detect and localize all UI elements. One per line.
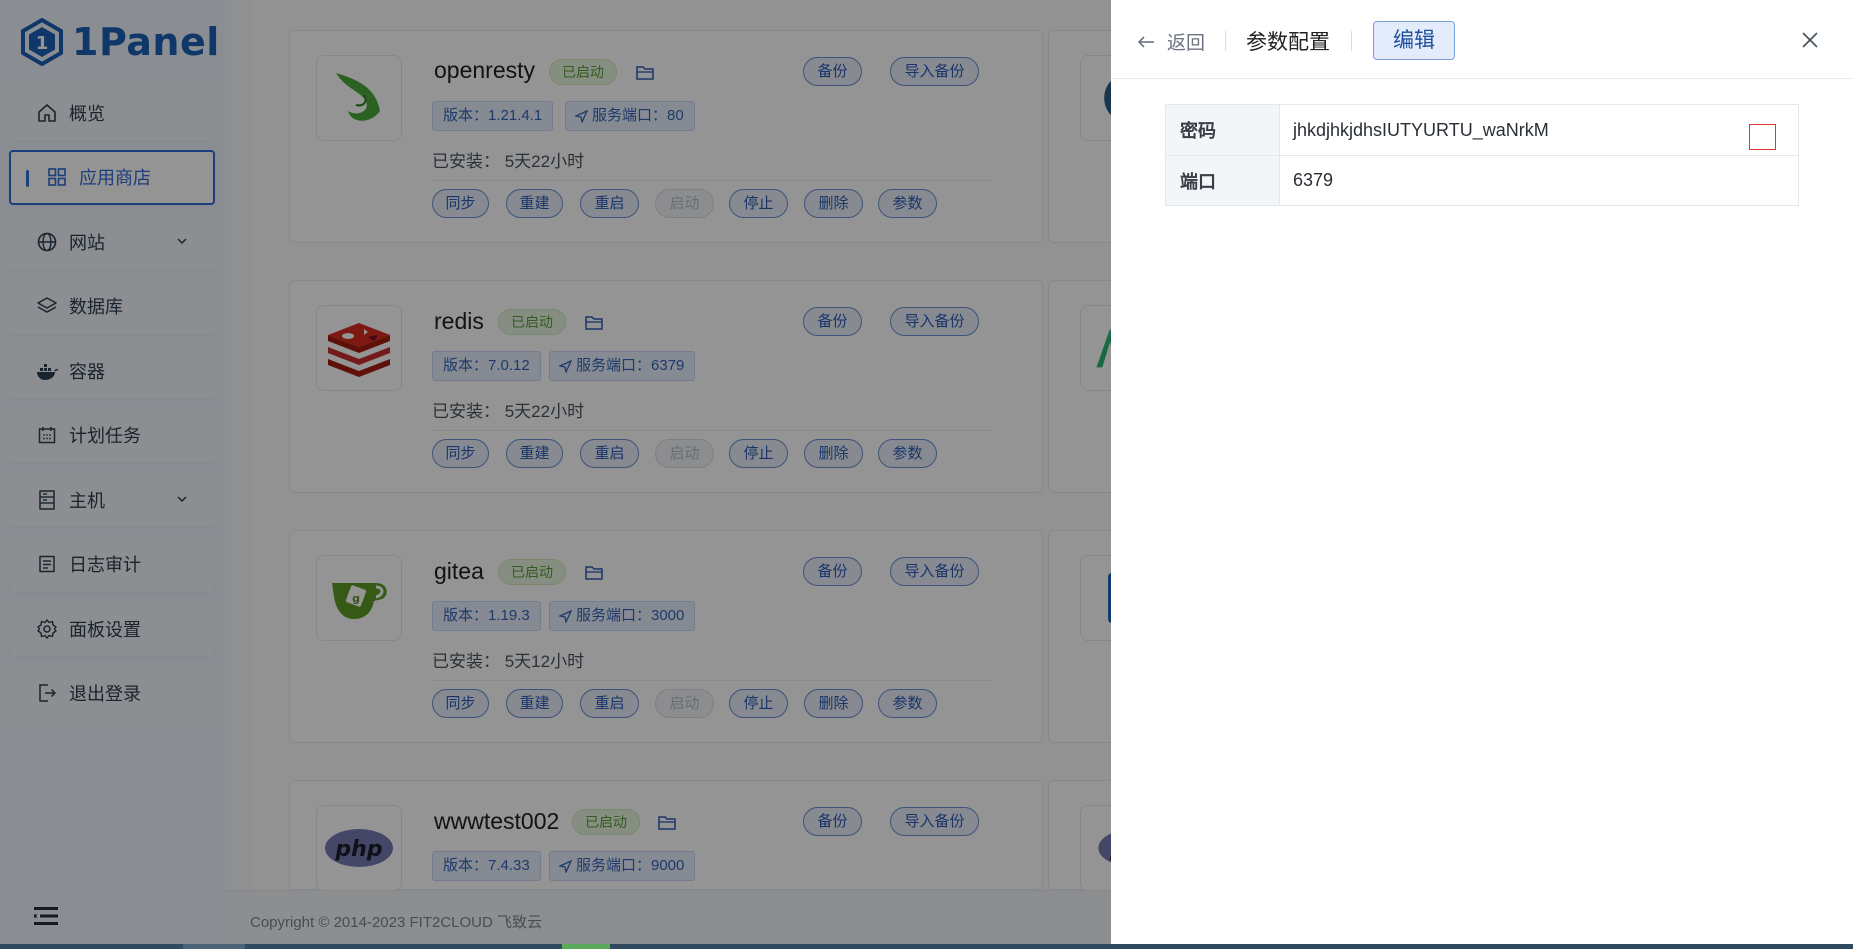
close-icon[interactable] (1798, 28, 1822, 52)
taskbar-strip (0, 944, 1853, 949)
param-config-drawer: 返回 参数配置 编辑 密码 jhkdjhkjdhsIUTYURTU_waNrkM… (1111, 0, 1853, 944)
password-value: jhkdjhkjdhsIUTYURTU_waNrkM (1293, 119, 1549, 140)
params-table: 密码 jhkdjhkjdhsIUTYURTU_waNrkM 端口 6379 (1165, 104, 1799, 206)
table-row: 密码 jhkdjhkjdhsIUTYURTU_waNrkM (1166, 105, 1798, 156)
taskbar-segment (183, 944, 245, 949)
back-button[interactable]: 返回 (1137, 28, 1205, 55)
param-key: 端口 (1166, 156, 1280, 205)
table-row: 端口 6379 (1166, 156, 1798, 205)
param-value: jhkdjhkjdhsIUTYURTU_waNrkM (1280, 105, 1798, 155)
drawer-header: 返回 参数配置 编辑 (1111, 0, 1853, 79)
arrow-left-icon (1137, 35, 1154, 48)
modal-overlay[interactable] (0, 0, 1111, 949)
param-key: 密码 (1166, 105, 1280, 155)
drawer-title: 参数配置 (1246, 31, 1330, 54)
divider (1225, 31, 1226, 51)
divider (1351, 31, 1352, 51)
taskbar-segment (562, 944, 610, 949)
param-value: 6379 (1293, 170, 1334, 190)
edit-button[interactable]: 编辑 (1373, 21, 1455, 60)
back-label: 返回 (1167, 33, 1206, 54)
copy-icon[interactable] (1749, 124, 1776, 150)
